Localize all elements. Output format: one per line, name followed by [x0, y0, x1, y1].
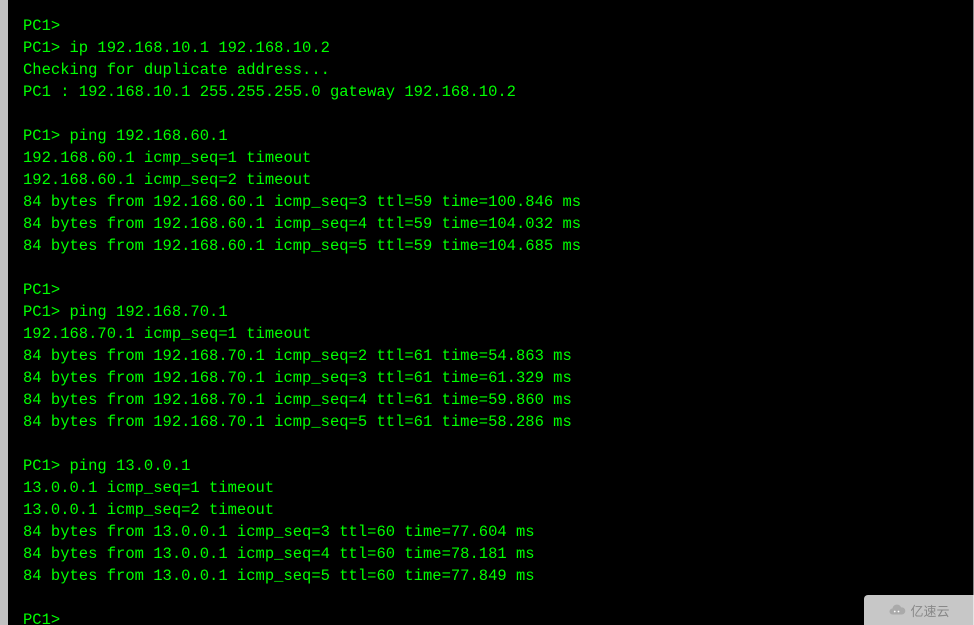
terminal-line: 84 bytes from 13.0.0.1 icmp_seq=3 ttl=60…	[23, 521, 973, 543]
terminal-line: 192.168.60.1 icmp_seq=2 timeout	[23, 169, 973, 191]
watermark-text: 亿速云	[910, 601, 949, 620]
terminal-line: 84 bytes from 192.168.70.1 icmp_seq=5 tt…	[23, 411, 973, 433]
terminal-line	[23, 103, 973, 125]
terminal-line: 13.0.0.1 icmp_seq=1 timeout	[23, 477, 973, 499]
terminal-line: PC1> ping 192.168.60.1	[23, 125, 973, 147]
terminal-line: PC1> ping 13.0.0.1	[23, 455, 973, 477]
terminal-line: 84 bytes from 192.168.70.1 icmp_seq=3 tt…	[23, 367, 973, 389]
terminal-line	[23, 257, 973, 279]
terminal-line: PC1>	[23, 15, 973, 37]
terminal-line: 84 bytes from 192.168.60.1 icmp_seq=3 tt…	[23, 191, 973, 213]
terminal-line: Checking for duplicate address...	[23, 59, 973, 81]
terminal-line: 84 bytes from 192.168.70.1 icmp_seq=4 tt…	[23, 389, 973, 411]
watermark-badge: 亿速云	[864, 595, 974, 625]
terminal-line	[23, 433, 973, 455]
terminal-line: 192.168.60.1 icmp_seq=1 timeout	[23, 147, 973, 169]
terminal-line: PC1> ip 192.168.10.1 192.168.10.2	[23, 37, 973, 59]
terminal-line: PC1> ping 192.168.70.1	[23, 301, 973, 323]
terminal-line: PC1>	[23, 279, 973, 301]
terminal-line: 84 bytes from 13.0.0.1 icmp_seq=5 ttl=60…	[23, 565, 973, 587]
terminal-line	[23, 587, 973, 609]
cloud-icon	[888, 601, 906, 619]
terminal-line: PC1>	[23, 609, 973, 625]
terminal-line: 84 bytes from 192.168.60.1 icmp_seq=4 tt…	[23, 213, 973, 235]
terminal-line: 84 bytes from 13.0.0.1 icmp_seq=4 ttl=60…	[23, 543, 973, 565]
terminal-line: 192.168.70.1 icmp_seq=1 timeout	[23, 323, 973, 345]
terminal-line: 84 bytes from 192.168.60.1 icmp_seq=5 tt…	[23, 235, 973, 257]
terminal-line: 84 bytes from 192.168.70.1 icmp_seq=2 tt…	[23, 345, 973, 367]
terminal-line: 13.0.0.1 icmp_seq=2 timeout	[23, 499, 973, 521]
terminal-line: PC1 : 192.168.10.1 255.255.255.0 gateway…	[23, 81, 973, 103]
terminal-window[interactable]: PC1>PC1> ip 192.168.10.1 192.168.10.2Che…	[0, 0, 974, 625]
terminal-output: PC1>PC1> ip 192.168.10.1 192.168.10.2Che…	[23, 15, 973, 625]
